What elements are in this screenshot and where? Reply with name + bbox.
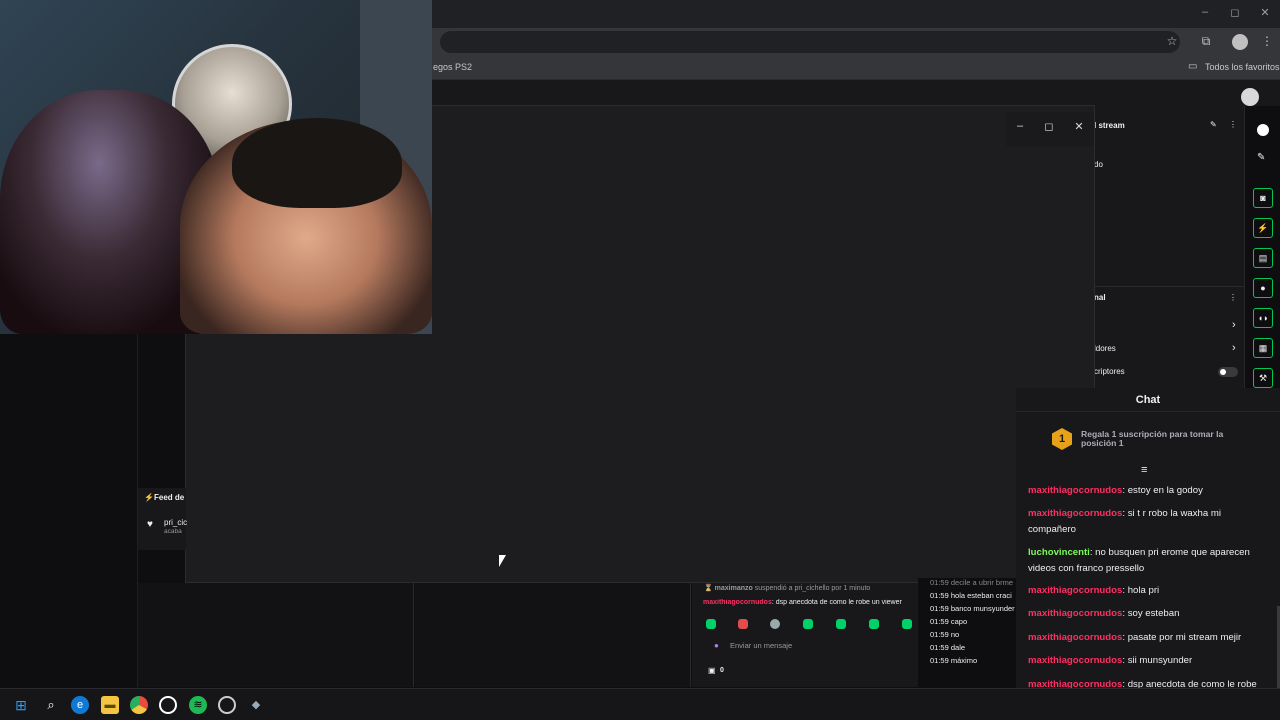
maximize-icon[interactable]: ◻ xyxy=(1041,120,1057,134)
stream-info-panel: l stream ✎ ⋮ do nal ⋮ › ldores › criptor… xyxy=(1094,106,1244,388)
maximize-icon[interactable]: ◻ xyxy=(1226,6,1244,20)
raid-icon[interactable]: ◖◗ xyxy=(1253,308,1273,328)
gift-icon: ▣ xyxy=(708,666,716,675)
profile-avatar[interactable] xyxy=(1232,34,1248,50)
dashboard-panel xyxy=(138,583,414,687)
microphone-icon[interactable]: ● xyxy=(714,641,719,650)
folder-icon: ▭ xyxy=(1188,61,1198,72)
chat-header: Chat xyxy=(1016,388,1280,412)
document-icon[interactable]: ▤ xyxy=(1253,248,1273,268)
chrome-icon[interactable] xyxy=(130,696,148,714)
list-icon[interactable]: ▦ xyxy=(1253,338,1273,358)
quick-actions-bar: ✎ ◙ ⚡ ▤ ● ◖◗ ▦ ⚒ xyxy=(1244,106,1280,388)
feed-title: Feed de xyxy=(154,493,185,502)
chat-message: maxithiagocornudos: estoy en la godoy xyxy=(1028,485,1203,496)
menu-dots-icon[interactable]: ⋮ xyxy=(1258,34,1276,50)
lightning-icon: ⚡ xyxy=(144,493,154,502)
emote[interactable] xyxy=(738,619,748,629)
wrench-icon[interactable]: ⚒ xyxy=(1253,368,1273,388)
divider xyxy=(1094,286,1244,287)
obs-icon[interactable] xyxy=(218,696,236,714)
whatsapp-icon[interactable] xyxy=(159,696,177,714)
chat-message: maxithiagocornudos: sii munsyunder xyxy=(1028,655,1193,666)
emote[interactable] xyxy=(836,619,846,629)
lightning-icon[interactable]: ⚡ xyxy=(1253,218,1273,238)
log-line: 01:59 decile a ubrir brme xyxy=(930,578,1013,587)
activity-feed: ⚡ Feed de ♥ pri_cic acaba xyxy=(138,488,187,550)
mouse-cursor xyxy=(499,555,506,567)
emote[interactable] xyxy=(869,619,879,629)
log-line: 01:59 dale xyxy=(930,643,966,652)
minimize-icon[interactable]: – xyxy=(1012,120,1028,134)
dashboard-panel xyxy=(415,583,691,687)
edit-icon[interactable]: ✎ xyxy=(1210,120,1217,129)
left-column xyxy=(0,334,138,688)
chat-message: luchovincenti: no busquen pri erome que … xyxy=(1028,547,1250,574)
webcam-video xyxy=(0,0,432,334)
windows-taskbar: ⊞ ⌕ e ▬ ≋ ◆ xyxy=(0,688,1280,720)
chevron-right-icon[interactable]: › xyxy=(1232,319,1236,331)
sub-banner-text: Regala 1 suscripción para tomar la posic… xyxy=(1081,429,1224,448)
inner-chat-panel: ⌛ maximanzo suspendió a pri_cichello por… xyxy=(692,583,918,687)
feed-item-sub: acaba xyxy=(164,528,182,535)
emote[interactable] xyxy=(902,619,912,629)
panel-line: do xyxy=(1094,160,1103,169)
rank-badge: 1 xyxy=(1052,428,1072,450)
chat-bubble-icon[interactable]: ● xyxy=(1253,278,1273,298)
chat-message: maxithiagocornudos: soy esteban xyxy=(1028,608,1180,619)
close-icon[interactable]: ✕ xyxy=(1071,120,1087,134)
spotify-icon[interactable]: ≋ xyxy=(189,696,207,714)
emote[interactable] xyxy=(706,619,716,629)
chat-message: maxithiagocornudos: hola pri xyxy=(1028,585,1160,596)
points-count: 0 xyxy=(720,667,724,674)
log-line: 01:59 máximo xyxy=(930,656,978,665)
mod-note: ⌛ maximanzo suspendió a pri_cichello por… xyxy=(704,585,871,592)
panel-row[interactable]: criptores xyxy=(1094,367,1125,376)
panel-row[interactable]: ldores xyxy=(1094,344,1116,353)
emote[interactable] xyxy=(803,619,813,629)
app-icon[interactable]: ◆ xyxy=(247,696,265,714)
chevron-right-icon[interactable]: › xyxy=(1232,342,1236,354)
inner-chat-message: maxithiagocornudos: dsp anecdota de como… xyxy=(703,599,902,606)
close-icon[interactable]: ✕ xyxy=(1256,6,1274,20)
log-line: 01:59 banco munsyunder xyxy=(930,604,1015,613)
windows-start-icon[interactable]: ⊞ xyxy=(12,696,30,714)
more-icon[interactable]: ⋮ xyxy=(1229,120,1237,129)
gift-sub-banner[interactable]: 1 Regala 1 suscripción para tomar la pos… xyxy=(1016,416,1280,460)
file-explorer-icon[interactable]: ▬ xyxy=(101,696,119,714)
section-title: nal xyxy=(1094,293,1106,302)
edge-icon[interactable]: e xyxy=(71,696,89,714)
inner-chat-log: 01:59 decile a ubrir brme 01:59 hola est… xyxy=(918,578,1018,678)
log-line: 01:59 no xyxy=(930,630,960,639)
camera-icon[interactable]: ◙ xyxy=(1253,188,1273,208)
more-icon[interactable]: ⋮ xyxy=(1229,293,1237,302)
log-line: 01:59 capo xyxy=(930,617,968,626)
filter-icon[interactable]: ≡ xyxy=(1141,464,1147,476)
panel-title: l stream xyxy=(1094,121,1125,130)
chat-message: maxithiagocornudos: pasate por mi stream… xyxy=(1028,632,1242,643)
all-favorites-link[interactable]: Todos los favoritos xyxy=(1205,62,1280,72)
chat-message: maxithiagocornudos: si t r robo la waxha… xyxy=(1028,508,1221,535)
emote[interactable] xyxy=(770,619,780,629)
bookmark-star-icon[interactable]: ☆ xyxy=(1163,34,1181,50)
chat-panel: Chat 1 Regala 1 suscripción para tomar l… xyxy=(1016,388,1280,720)
address-bar[interactable] xyxy=(440,31,1180,53)
minimize-icon[interactable]: – xyxy=(1196,6,1214,20)
feed-item-user[interactable]: pri_cic xyxy=(164,518,187,527)
chat-input[interactable]: Enviar un mensaje xyxy=(730,641,792,650)
extensions-icon[interactable]: ⧉ xyxy=(1197,34,1215,50)
search-icon[interactable]: ⌕ xyxy=(42,696,60,714)
user-avatar[interactable] xyxy=(1241,88,1259,106)
log-line: 01:59 hola esteban craci xyxy=(930,591,1012,600)
pencil-icon[interactable]: ✎ xyxy=(1257,152,1265,163)
toggle-switch[interactable] xyxy=(1218,367,1238,377)
bookmark-item[interactable]: egos PS2 xyxy=(433,62,472,72)
heart-icon: ♥ xyxy=(147,519,153,530)
info-icon[interactable] xyxy=(1257,124,1269,136)
